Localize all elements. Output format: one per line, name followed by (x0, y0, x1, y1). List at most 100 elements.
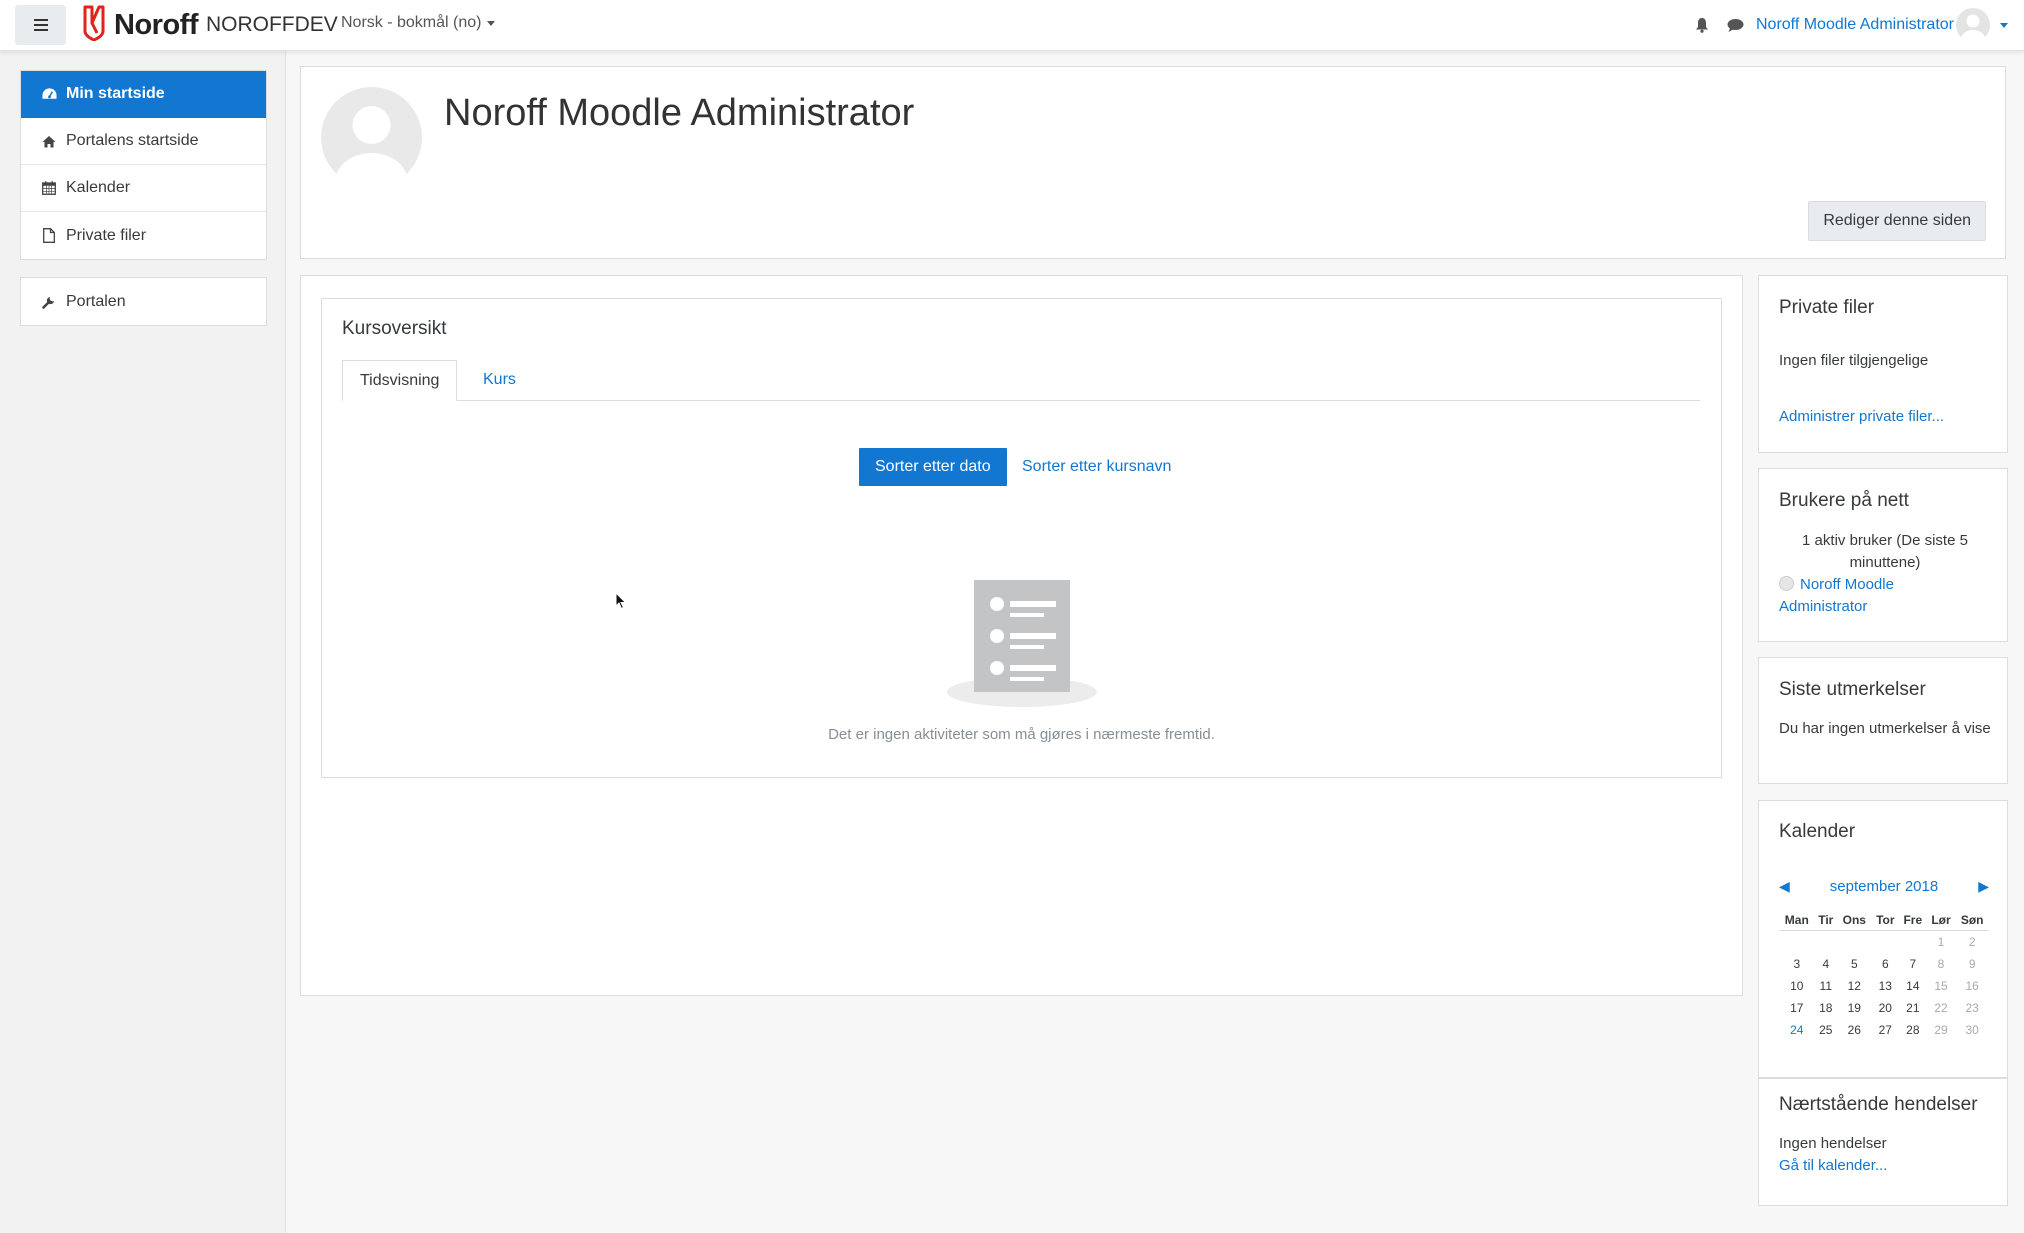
weekday-label: Man (1779, 910, 1815, 931)
brand[interactable]: Noroff NOROFFDEV (82, 5, 338, 45)
next-month-arrow-icon[interactable]: ▶ (1978, 878, 1989, 895)
go-to-calendar-link[interactable]: Gå til kalender... (1779, 1155, 1887, 1177)
nav-drawer: Min startside Portalens startside Kalend… (0, 51, 286, 1233)
language-menu[interactable]: Norsk - bokmål (no) (341, 14, 496, 32)
calendar-week-row: 12 (1779, 931, 1989, 954)
calendar-month-link[interactable]: september 2018 (1830, 878, 1938, 895)
calendar-empty-cell (1837, 931, 1872, 954)
calendar-day[interactable]: 11 (1815, 975, 1837, 997)
overview-tabs: Tidsvisning Kurs (342, 360, 1700, 401)
manage-private-files-link[interactable]: Administrer private filer... (1779, 406, 1944, 428)
calendar-day[interactable]: 3 (1779, 953, 1815, 975)
user-menu[interactable]: Noroff Moodle Administrator (1756, 8, 2008, 42)
calendar-day[interactable]: 22 (1927, 997, 1956, 1019)
calendar-day[interactable]: 16 (1955, 975, 1989, 997)
upcoming-events-block: Nærtstående hendelser Ingen hendelser Gå… (1758, 1078, 2008, 1206)
top-navbar: Noroff NOROFFDEV Norsk - bokmål (no) Nor… (0, 0, 2024, 51)
weekday-label: Tor (1871, 910, 1899, 931)
home-icon (41, 135, 57, 148)
sidebar-item-dashboard[interactable]: Min startside (21, 71, 266, 118)
sidebar-item-private-files[interactable]: Private filer (21, 212, 266, 259)
sort-by-course-name-link[interactable]: Sorter etter kursnavn (1022, 458, 1171, 476)
avatar (1956, 8, 1990, 42)
sidebar-item-label: Portalen (66, 292, 126, 310)
calendar-empty-cell (1899, 931, 1927, 954)
main-region: Kursoversikt Tidsvisning Kurs Sorter ett… (300, 275, 1743, 996)
calendar-day[interactable]: 7 (1899, 953, 1927, 975)
calendar-day[interactable]: 29 (1927, 1019, 1956, 1041)
menu-icon (33, 19, 48, 31)
site-name: NOROFFDEV (205, 13, 338, 36)
sidebar-item-site-home[interactable]: Portalens startside (21, 118, 266, 165)
calendar-day[interactable]: 24 (1779, 1019, 1815, 1041)
tab-timeline[interactable]: Tidsvisning (342, 360, 458, 401)
block-title: Kursoversikt (342, 318, 447, 339)
sidebar-item-calendar[interactable]: Kalender (21, 165, 266, 212)
calendar-day[interactable]: 13 (1872, 975, 1899, 997)
calendar-day[interactable]: 28 (1899, 1019, 1927, 1041)
calendar-day[interactable]: 2 (1955, 931, 1989, 954)
calendar-day[interactable]: 27 (1872, 1019, 1899, 1041)
calendar-day[interactable]: 6 (1872, 953, 1899, 975)
page-title: Noroff Moodle Administrator (444, 92, 915, 134)
weekday-label: Fre (1898, 910, 1927, 931)
online-users-count: 1 aktiv bruker (De siste 5 minuttene) (1802, 532, 1968, 571)
calendar-day[interactable]: 20 (1872, 997, 1899, 1019)
online-user-entry[interactable]: Noroff Moodle Administrator (1779, 574, 1939, 618)
file-icon (41, 228, 57, 243)
calendar-day[interactable]: 9 (1955, 953, 1989, 975)
edit-page-button[interactable]: Rediger denne siden (1808, 201, 1986, 241)
calendar-day[interactable]: 10 (1779, 975, 1815, 997)
mouse-cursor-icon (615, 591, 627, 615)
chevron-down-icon (487, 20, 496, 26)
calendar-day[interactable]: 23 (1955, 997, 1989, 1019)
sidebar-item-site-admin[interactable]: Portalen (21, 278, 266, 325)
calendar-empty-cell (1872, 931, 1899, 954)
tab-courses[interactable]: Kurs (470, 360, 529, 400)
calendar-day[interactable]: 8 (1927, 953, 1956, 975)
navbar-right: Noroff Moodle Administrator (1695, 0, 2008, 50)
admin-navigation: Portalen (20, 277, 267, 326)
calendar-day[interactable]: 5 (1837, 953, 1872, 975)
calendar-day[interactable]: 1 (1927, 931, 1956, 954)
calendar-icon (41, 181, 57, 195)
sidebar-item-label: Portalens startside (66, 132, 199, 149)
sort-by-date-button[interactable]: Sorter etter dato (859, 448, 1007, 486)
calendar-day[interactable]: 21 (1899, 997, 1927, 1019)
calendar-day[interactable]: 4 (1815, 953, 1837, 975)
calendar-day[interactable]: 12 (1837, 975, 1872, 997)
calendar-grid: Man Tir Ons Tor Fre Lør Søn 1 2 3 4 5 6 7 8 9 10 1… (1779, 910, 1989, 1041)
block-title: Private filer (1779, 297, 1875, 318)
block-title: Kalender (1779, 821, 1856, 842)
wrench-icon (41, 295, 57, 309)
calendar-day[interactable]: 19 (1837, 997, 1872, 1019)
language-label: Norsk - bokmål (no) (341, 14, 482, 31)
drawer-toggle-button[interactable] (15, 5, 66, 45)
sidebar-item-label: Private filer (66, 226, 147, 244)
latest-badges-block: Siste utmerkelser Du har ingen utmerkels… (1758, 657, 2008, 784)
calendar-day[interactable]: 18 (1815, 997, 1837, 1019)
avatar (1779, 576, 1794, 591)
bell-icon[interactable] (1695, 17, 1709, 33)
chevron-down-icon (2000, 22, 2008, 28)
calendar-day[interactable]: 25 (1815, 1019, 1837, 1041)
previous-month-arrow-icon[interactable]: ◀ (1779, 878, 1790, 895)
weekday-label: Lør (1926, 910, 1956, 931)
weekday-label: Tir (1814, 910, 1837, 931)
calendar-day[interactable]: 14 (1899, 975, 1927, 997)
calendar-day[interactable]: 30 (1955, 1019, 1989, 1041)
empty-message: Det er ingen aktiviteter som må gjøres i… (828, 726, 1215, 743)
online-user-name: Noroff Moodle Administrator (1779, 576, 1894, 615)
calendar-week-row: 10 11 12 13 14 15 16 (1779, 975, 1989, 997)
calendar-day[interactable]: 15 (1927, 975, 1956, 997)
calendar-week-row: 17 18 19 20 21 22 23 (1779, 997, 1989, 1019)
calendar-day[interactable]: 26 (1837, 1019, 1872, 1041)
online-users-block: Brukere på nett 1 aktiv bruker (De siste… (1758, 468, 2008, 642)
weekday-label: Ons (1837, 910, 1872, 931)
calendar-week-row: 3456789 (1779, 953, 1989, 975)
user-name: Noroff Moodle Administrator (1755, 16, 1954, 33)
calendar-day[interactable]: 17 (1779, 997, 1815, 1019)
main-navigation: Min startside Portalens startside Kalend… (20, 70, 267, 260)
chat-icon[interactable] (1727, 18, 1744, 33)
no-events-text: Ingen hendelser (1779, 1135, 1887, 1152)
